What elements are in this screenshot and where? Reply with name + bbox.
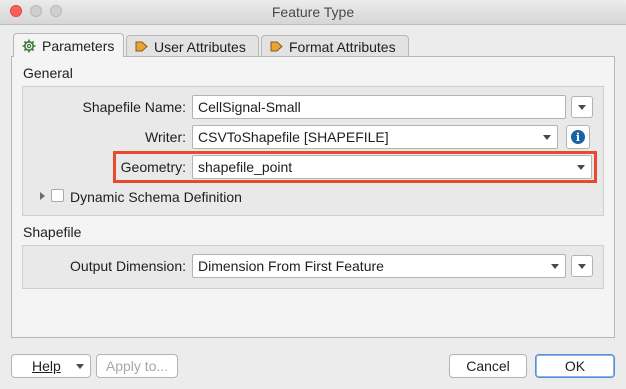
- output-dimension-value: Dimension From First Feature: [198, 258, 384, 274]
- ok-button-label: OK: [564, 358, 586, 374]
- tab-format-attributes[interactable]: Format Attributes: [261, 35, 409, 57]
- chevron-down-icon: [537, 134, 557, 140]
- help-button[interactable]: Help: [11, 354, 91, 378]
- apply-to-button-label: Apply to...: [105, 358, 169, 374]
- writer-select[interactable]: CSVToShapefile [SHAPEFILE]: [192, 125, 558, 149]
- tab-parameters[interactable]: Parameters: [13, 33, 124, 57]
- shapefile-name-value: CellSignal-Small: [198, 99, 301, 115]
- gear-icon: [22, 39, 36, 53]
- ok-button[interactable]: OK: [535, 354, 615, 378]
- dynamic-schema-checkbox[interactable]: [51, 189, 64, 202]
- output-dimension-label: Output Dimension:: [70, 258, 186, 274]
- shapefile-section-title: Shapefile: [23, 224, 82, 240]
- window-title: Feature Type: [271, 4, 355, 20]
- attribute-arrow-icon: [135, 40, 148, 53]
- disclosure-triangle-icon[interactable]: [40, 192, 45, 200]
- cancel-button-label: Cancel: [466, 358, 510, 374]
- tab-user-attributes-label: User Attributes: [154, 38, 246, 55]
- chevron-down-icon: [76, 364, 84, 369]
- feature-type-dialog: Feature Type Parameters User Attributes …: [0, 0, 626, 389]
- chevron-down-icon: [545, 263, 565, 269]
- writer-label: Writer:: [145, 129, 186, 145]
- writer-info-button[interactable]: i: [566, 125, 590, 149]
- output-dimension-menu-button[interactable]: [571, 255, 593, 277]
- attribute-arrow-icon: [270, 40, 283, 53]
- general-section-title: General: [23, 65, 73, 81]
- title-bar[interactable]: Feature Type: [0, 0, 626, 25]
- help-button-label: Help: [32, 358, 61, 374]
- shapefile-name-input[interactable]: CellSignal-Small: [192, 95, 566, 119]
- tab-user-attributes[interactable]: User Attributes: [126, 35, 259, 57]
- shapefile-name-label: Shapefile Name:: [82, 99, 186, 115]
- writer-value: CSVToShapefile [SHAPEFILE]: [198, 129, 389, 145]
- chevron-down-icon: [578, 104, 586, 110]
- apply-to-button[interactable]: Apply to...: [96, 354, 178, 378]
- tab-parameters-label: Parameters: [42, 37, 115, 54]
- info-icon: i: [571, 130, 585, 144]
- cancel-button[interactable]: Cancel: [449, 354, 527, 378]
- tab-format-attributes-label: Format Attributes: [289, 38, 396, 55]
- chevron-down-icon: [578, 263, 586, 269]
- output-dimension-select[interactable]: Dimension From First Feature: [192, 254, 566, 278]
- geometry-highlight-box: [113, 151, 597, 183]
- shapefile-name-menu-button[interactable]: [571, 96, 593, 118]
- dynamic-schema-label[interactable]: Dynamic Schema Definition: [70, 189, 242, 205]
